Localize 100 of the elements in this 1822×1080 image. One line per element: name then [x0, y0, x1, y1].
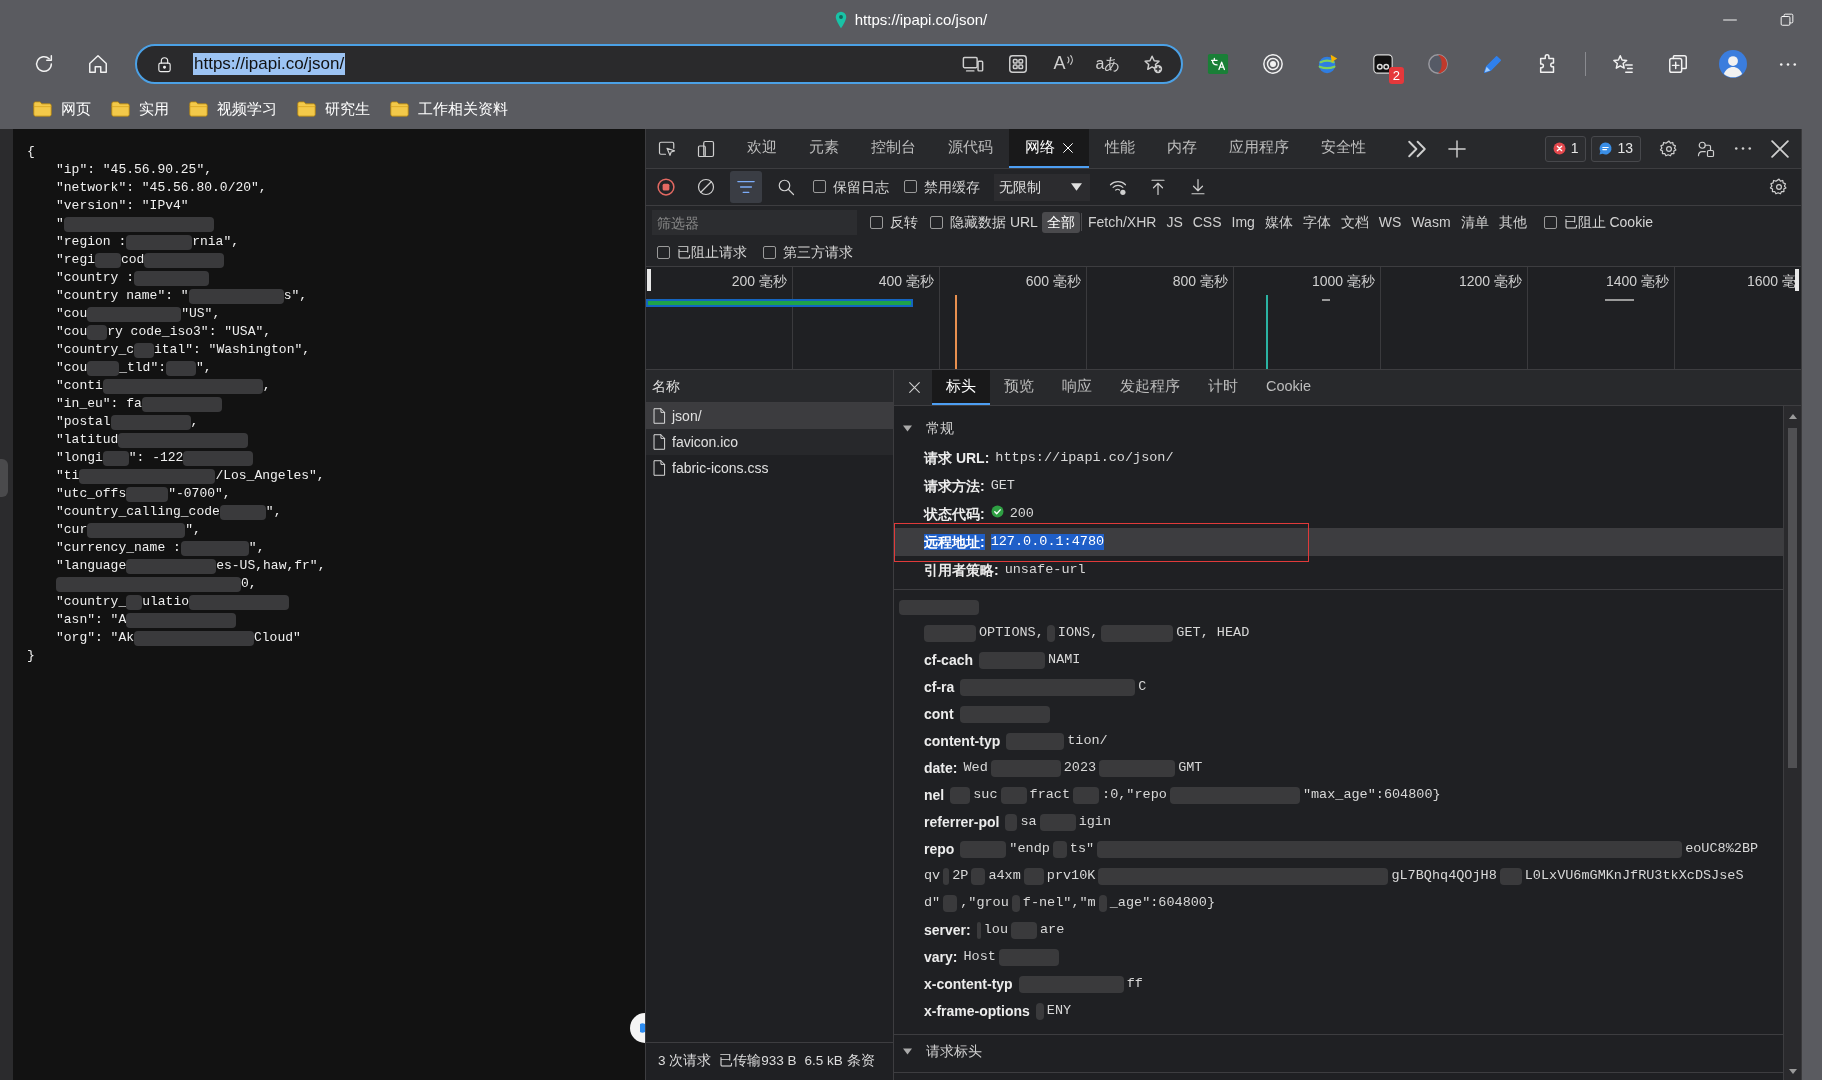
header-value: fract	[1029, 787, 1071, 804]
type-filter-button[interactable]: Wasm	[1406, 212, 1456, 233]
request-row[interactable]: json/	[646, 403, 893, 429]
checkbox-label[interactable]: 已阻止请求	[677, 244, 747, 261]
filter-button[interactable]	[730, 171, 762, 203]
devtools-tab[interactable]: 安全性	[1305, 129, 1382, 168]
header-value: unsafe-url	[1004, 561, 1086, 579]
globe-icon	[1317, 53, 1339, 75]
json-text: cod	[121, 252, 145, 268]
bookmark-folder[interactable]: 实用	[111, 97, 169, 120]
translate-button[interactable]: aあ	[1090, 46, 1126, 82]
scroll-down-icon[interactable]	[1789, 1069, 1797, 1074]
devtools-tab[interactable]: 欢迎	[731, 129, 793, 168]
type-filter-button[interactable]: WS	[1373, 212, 1407, 233]
checkbox-label[interactable]: 保留日志	[833, 178, 889, 196]
chat-bubble-icon	[1599, 142, 1613, 155]
address-bar[interactable]: https://ipapi.co/json/ A aあ	[135, 44, 1183, 84]
request-row[interactable]: favicon.ico	[646, 429, 893, 455]
details-tab[interactable]: 标头	[932, 370, 990, 405]
close-icon	[908, 382, 920, 393]
header-value: 200	[1009, 505, 1034, 523]
search-icon	[777, 178, 795, 196]
scroll-up-icon[interactable]	[1789, 414, 1797, 419]
devtools-tab[interactable]: 性能	[1089, 129, 1151, 168]
restore-icon	[1780, 13, 1794, 27]
bookmark-folder[interactable]: 网页	[33, 97, 91, 120]
bookmark-folder[interactable]: 工作相关资料	[390, 97, 508, 120]
details-tab[interactable]: 计时	[1194, 370, 1252, 405]
type-filter-button[interactable]: 文档	[1335, 212, 1374, 233]
bookmark-folder[interactable]: 视频学习	[189, 97, 277, 120]
type-filter-button[interactable]: Img	[1226, 212, 1260, 233]
details-tab[interactable]: 响应	[1048, 370, 1106, 405]
checkbox-label[interactable]: 第三方请求	[783, 244, 853, 261]
header-value: :0,"repo	[1102, 787, 1167, 804]
throttling-dropdown[interactable]: 无限制	[994, 173, 1090, 201]
json-text: "latitud	[56, 432, 119, 448]
json-text: "network": "45.56.80.0/20",	[56, 180, 267, 196]
address-text[interactable]: https://ipapi.co/json/	[193, 53, 346, 75]
devtools-tab[interactable]: 内存	[1151, 129, 1213, 168]
redaction-mark	[1005, 814, 1018, 831]
half-circle-button-icon[interactable]	[631, 1013, 645, 1043]
type-filter-button[interactable]: 其他	[1493, 212, 1532, 233]
header-value: "max_age":604800}	[1302, 787, 1441, 804]
checkbox[interactable]	[870, 216, 883, 229]
details-tab[interactable]: Cookie	[1252, 370, 1326, 405]
checkbox[interactable]	[657, 246, 670, 259]
header-value: 2P	[952, 868, 969, 885]
type-filter-button[interactable]: Fetch/XHR	[1082, 212, 1162, 233]
devtools-tab[interactable]: 应用程序	[1213, 129, 1305, 168]
range-handle[interactable]	[1795, 269, 1799, 291]
checkbox[interactable]	[1543, 216, 1557, 229]
checkbox-label[interactable]: 反转	[890, 214, 918, 231]
timeline-tick-label: 1600 毫	[1746, 272, 1796, 290]
type-filter-button[interactable]: 媒体	[1259, 212, 1298, 233]
devtools-tab[interactable]: 控制台	[855, 129, 932, 168]
type-filter-button[interactable]: 全部	[1041, 212, 1080, 233]
request-row[interactable]: fabric-icons.css	[646, 455, 893, 481]
circle-extension-icon	[1427, 53, 1449, 75]
checkbox-label[interactable]: 隐藏数据 URL	[950, 214, 1038, 231]
checkbox[interactable]	[904, 180, 917, 194]
header-value: d"	[924, 895, 941, 912]
header-name: vary:	[924, 949, 958, 966]
folder-icon	[297, 100, 316, 117]
json-text: ",	[248, 540, 265, 556]
devtools-tab[interactable]: 元素	[793, 129, 855, 168]
json-text: "currency_name :	[56, 540, 181, 556]
checkbox-label[interactable]: 已阻止 Cookie	[1563, 214, 1654, 231]
checkbox[interactable]	[763, 246, 776, 259]
type-filter-button[interactable]: CSS	[1187, 212, 1227, 233]
redaction-mark	[102, 450, 129, 466]
scrollbar[interactable]	[1783, 406, 1801, 1080]
bookmark-folder[interactable]: 研究生	[297, 97, 370, 120]
error-count-button[interactable]: 1	[1544, 135, 1587, 162]
type-filter-button[interactable]: JS	[1161, 212, 1188, 233]
json-text: "cou	[56, 306, 88, 322]
caret-icon	[1071, 183, 1082, 191]
devtools-tab[interactable]: 网络	[1009, 129, 1089, 168]
message-count-button[interactable]: 13	[1591, 135, 1641, 162]
range-handle[interactable]	[647, 269, 651, 291]
devtools-tab[interactable]: 源代码	[932, 129, 1009, 168]
scrollbar-thumb[interactable]	[1788, 428, 1797, 768]
read-aloud-button[interactable]: A	[1045, 46, 1081, 82]
caret-icon[interactable]	[903, 424, 912, 432]
extension-button[interactable]: 2	[1365, 46, 1401, 82]
filter-field[interactable]: 筛选器	[652, 210, 857, 235]
json-text: "version": "IPv4"	[56, 198, 189, 214]
header-name: referrer-pol	[924, 814, 1000, 831]
details-tab[interactable]: 发起程序	[1106, 370, 1194, 405]
caret-icon[interactable]	[903, 1047, 912, 1055]
device-icon	[697, 139, 715, 158]
checkbox-label[interactable]: 禁用缓存	[924, 178, 980, 196]
type-filter-button[interactable]: 字体	[1297, 212, 1336, 233]
sidebar-handle[interactable]	[0, 459, 8, 497]
reload-icon	[33, 53, 55, 75]
checkbox[interactable]	[813, 180, 826, 194]
header-value: Wed	[963, 760, 988, 777]
details-tab[interactable]: 预览	[990, 370, 1048, 405]
type-filter-button[interactable]: 清单	[1455, 212, 1494, 233]
status-text: 已传输933 B	[719, 1053, 797, 1070]
checkbox[interactable]	[930, 216, 943, 229]
